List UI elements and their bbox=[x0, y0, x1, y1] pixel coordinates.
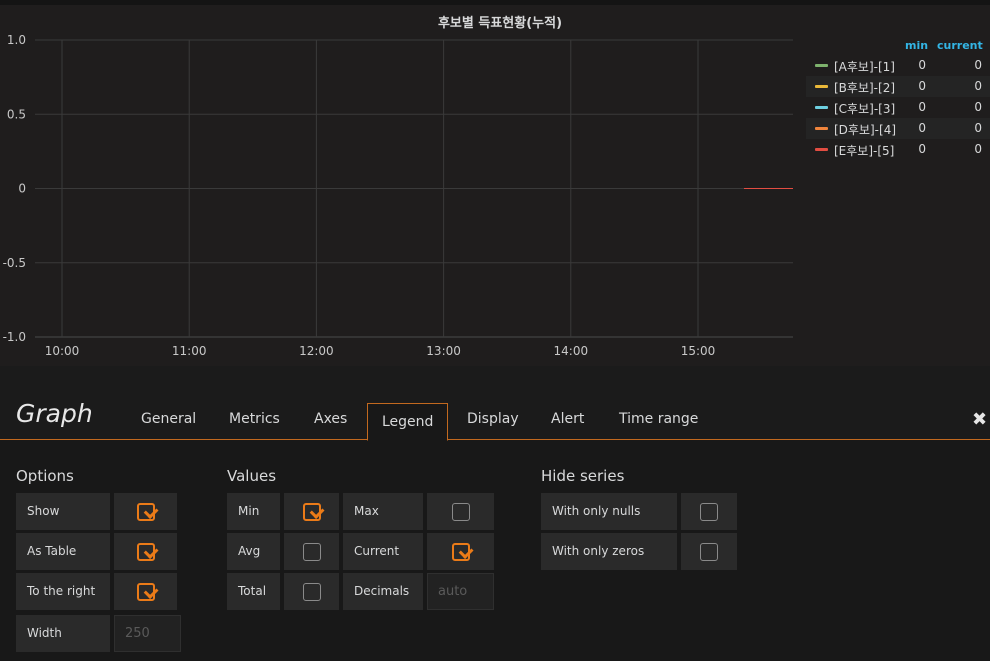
checkbox-empty-icon bbox=[302, 542, 321, 561]
checkbox-check-icon bbox=[136, 582, 155, 601]
plot-grid bbox=[35, 39, 793, 338]
decimals-label: Decimals bbox=[343, 573, 423, 610]
with-only-zeros-checkbox[interactable] bbox=[681, 533, 737, 570]
close-icon[interactable]: ✖ bbox=[972, 409, 987, 430]
legend-value-min: 0 bbox=[918, 142, 926, 156]
hide-series-section-title: Hide series bbox=[541, 467, 625, 485]
checkbox-check-icon bbox=[136, 502, 155, 521]
legend-value-min: 0 bbox=[918, 58, 926, 72]
legend-header: min current bbox=[806, 37, 990, 55]
y-tick-label: -1.0 bbox=[3, 330, 26, 344]
legend-row[interactable]: [A후보]-[1] 0 0 bbox=[806, 55, 990, 76]
legend-row[interactable]: [E후보]-[5] 0 0 bbox=[806, 139, 990, 160]
values-section-title: Values bbox=[227, 467, 277, 485]
y-tick-label: -0.5 bbox=[3, 256, 26, 270]
legend-series-name[interactable]: [A후보]-[1] bbox=[834, 58, 895, 75]
panel-editor: Graph General Metrics Axes Legend Displa… bbox=[0, 366, 990, 661]
checkbox-empty-icon bbox=[302, 582, 321, 601]
checkbox-check-icon bbox=[451, 542, 470, 561]
min-label: Min bbox=[227, 493, 280, 530]
as-table-label: As Table bbox=[16, 533, 110, 570]
checkbox-empty-icon bbox=[700, 542, 718, 561]
tab-alert[interactable]: Alert bbox=[551, 411, 584, 427]
checkbox-empty-icon bbox=[451, 502, 470, 521]
current-checkbox[interactable] bbox=[427, 533, 494, 570]
x-axis-ticks: 10:00 11:00 12:00 13:00 14:00 15:00 bbox=[45, 344, 716, 358]
legend-series-name[interactable]: [C후보]-[3] bbox=[834, 100, 895, 117]
graph-plot[interactable]: 1.0 0.5 0 -0.5 -1.0 10:00 11:00 12:00 13:00 14:0… bbox=[0, 0, 800, 366]
y-tick-label: 0 bbox=[18, 182, 26, 196]
series-color-swatch[interactable] bbox=[815, 64, 828, 67]
tab-metrics[interactable]: Metrics bbox=[229, 411, 280, 427]
legend-row[interactable]: [C후보]-[3] 0 0 bbox=[806, 97, 990, 118]
legend-value-current: 0 bbox=[974, 142, 982, 156]
editor-header: Graph General Metrics Axes Legend Displa… bbox=[0, 366, 990, 441]
legend-value-min: 0 bbox=[918, 79, 926, 93]
legend-row[interactable]: [B후보]-[2] 0 0 bbox=[806, 76, 990, 97]
y-tick-label: 1.0 bbox=[7, 33, 26, 47]
legend-value-min: 0 bbox=[918, 100, 926, 114]
legend-value-current: 0 bbox=[974, 100, 982, 114]
with-only-nulls-label: With only nulls bbox=[541, 493, 677, 530]
tab-time-range[interactable]: Time range bbox=[619, 411, 698, 427]
graph-panel: 후보별 득표현황(누적) 1.0 0.5 0 -0.5 -1.0 10:00 11:00 1… bbox=[0, 0, 990, 366]
x-tick-label: 10:00 bbox=[45, 344, 80, 358]
x-tick-label: 15:00 bbox=[681, 344, 716, 358]
x-tick-label: 13:00 bbox=[426, 344, 461, 358]
y-tick-label: 0.5 bbox=[7, 107, 26, 121]
avg-checkbox[interactable] bbox=[284, 533, 339, 570]
max-label: Max bbox=[343, 493, 423, 530]
show-checkbox[interactable] bbox=[114, 493, 177, 530]
tab-legend[interactable]: Legend bbox=[367, 403, 449, 441]
avg-label: Avg bbox=[227, 533, 280, 570]
total-label: Total bbox=[227, 573, 280, 610]
legend-value-min: 0 bbox=[918, 121, 926, 135]
legend-value-current: 0 bbox=[974, 79, 982, 93]
max-checkbox[interactable] bbox=[427, 493, 494, 530]
show-label: Show bbox=[16, 493, 110, 530]
legend-row[interactable]: [D후보]-[4] 0 0 bbox=[806, 118, 990, 139]
as-table-checkbox[interactable] bbox=[114, 533, 177, 570]
x-tick-label: 14:00 bbox=[554, 344, 589, 358]
legend-series-name[interactable]: [E후보]-[5] bbox=[834, 142, 894, 159]
editor-title: Graph bbox=[16, 399, 93, 428]
current-label: Current bbox=[343, 533, 423, 570]
total-checkbox[interactable] bbox=[284, 573, 339, 610]
to-the-right-label: To the right bbox=[16, 573, 110, 610]
x-tick-label: 11:00 bbox=[172, 344, 207, 358]
checkbox-check-icon bbox=[136, 542, 155, 561]
min-checkbox[interactable] bbox=[284, 493, 339, 530]
series-color-swatch[interactable] bbox=[815, 127, 828, 130]
series-color-swatch[interactable] bbox=[815, 85, 828, 88]
decimals-input[interactable]: auto bbox=[427, 573, 494, 610]
options-section-title: Options bbox=[16, 467, 74, 485]
width-input[interactable]: 250 bbox=[114, 615, 181, 652]
series-color-swatch[interactable] bbox=[815, 106, 828, 109]
with-only-nulls-checkbox[interactable] bbox=[681, 493, 737, 530]
tab-general[interactable]: General bbox=[141, 411, 196, 427]
with-only-zeros-label: With only zeros bbox=[541, 533, 677, 570]
legend-series-name[interactable]: [B후보]-[2] bbox=[834, 79, 895, 96]
legend-col-min[interactable]: min bbox=[905, 39, 928, 52]
legend-series-name[interactable]: [D후보]-[4] bbox=[834, 121, 896, 138]
checkbox-empty-icon bbox=[700, 502, 718, 521]
checkbox-check-icon bbox=[302, 502, 321, 521]
series-color-swatch[interactable] bbox=[815, 148, 828, 151]
to-the-right-checkbox[interactable] bbox=[114, 573, 177, 610]
tab-display[interactable]: Display bbox=[467, 411, 519, 427]
legend-table: min current [A후보]-[1] 0 0 [B후보]-[2] 0 0 … bbox=[806, 37, 990, 160]
x-tick-label: 12:00 bbox=[299, 344, 334, 358]
width-label: Width bbox=[16, 615, 110, 652]
legend-value-current: 0 bbox=[974, 121, 982, 135]
tab-axes[interactable]: Axes bbox=[314, 411, 347, 427]
y-axis-ticks: 1.0 0.5 0 -0.5 -1.0 bbox=[3, 33, 26, 344]
legend-value-current: 0 bbox=[974, 58, 982, 72]
legend-col-current[interactable]: current bbox=[937, 39, 983, 52]
